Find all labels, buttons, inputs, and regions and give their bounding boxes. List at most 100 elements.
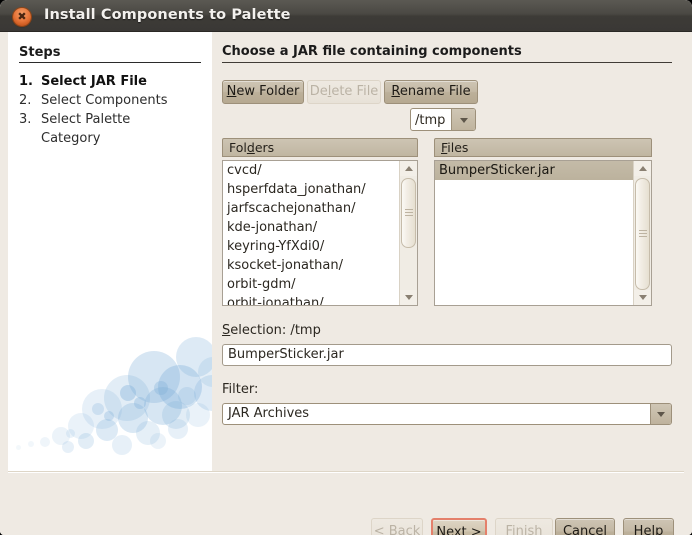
bubble-shape xyxy=(154,381,168,395)
folders-list-header: Folders xyxy=(222,138,418,157)
steps-panel: Steps 1. Select JAR File 2. Select Compone… xyxy=(8,32,212,471)
files-list-items[interactable]: BumperSticker.jar xyxy=(435,161,633,305)
folders-list-panel: Folders cvcd/hsperfdata_jonathan/jarfsca… xyxy=(222,138,418,306)
btn-post: inish xyxy=(512,524,543,535)
path-combobox-value: /tmp xyxy=(415,113,446,128)
step-number: 2. xyxy=(19,93,32,108)
folder-item[interactable]: kde-jonathan/ xyxy=(223,218,399,237)
folder-item[interactable]: jarfscachejonathan/ xyxy=(223,199,399,218)
btn-pre: De xyxy=(309,84,328,99)
btn-mnemonic: B xyxy=(388,524,398,535)
scrollbar-thumb[interactable] xyxy=(401,178,416,248)
close-icon[interactable]: ✖ xyxy=(13,8,31,26)
chevron-down-icon[interactable] xyxy=(451,109,475,130)
rename-file-button[interactable]: Rename File xyxy=(384,80,478,104)
btn-post: ack xyxy=(397,524,421,535)
scrollbar-thumb[interactable] xyxy=(635,178,650,290)
scroll-down-arrow-icon[interactable] xyxy=(400,290,417,305)
hdr-mnemonic: d xyxy=(246,140,255,155)
bubble-shape xyxy=(92,403,104,415)
btn-mnemonic: N xyxy=(226,84,237,99)
filter-combobox[interactable]: JAR Archives xyxy=(222,403,672,425)
folder-item[interactable]: orbit-jonathan/ xyxy=(223,294,399,305)
folders-list-body[interactable]: cvcd/hsperfdata_jonathan/jarfscachejonat… xyxy=(222,160,418,306)
help-button[interactable]: Help xyxy=(623,518,674,535)
delete-file-button: Delete File xyxy=(307,80,381,104)
title-bar: ✖ Install Components to Palette xyxy=(0,0,692,32)
bubble-shape xyxy=(16,445,21,450)
back-button: < Back xyxy=(371,518,423,535)
close-x-glyph: ✖ xyxy=(17,10,27,23)
bubble-shape xyxy=(150,433,166,449)
files-list-panel: Files BumperSticker.jar xyxy=(434,138,652,306)
folder-item[interactable]: keyring-YfXdi0/ xyxy=(223,237,399,256)
scroll-up-arrow-icon[interactable] xyxy=(400,161,417,176)
page-title: Choose a JAR file containing components xyxy=(222,44,672,63)
files-list-body[interactable]: BumperSticker.jar xyxy=(434,160,652,306)
dialog-content: Steps 1. Select JAR File 2. Select Compone… xyxy=(0,32,692,535)
bubble-shape xyxy=(40,437,50,447)
btn-pre: < xyxy=(373,524,389,535)
chevron-down-icon[interactable] xyxy=(650,404,671,424)
bubble-shape xyxy=(28,441,34,447)
main-pane: Choose a JAR file containing components … xyxy=(212,32,684,471)
files-scrollbar[interactable] xyxy=(633,161,651,305)
step-item-3: 3. Select Palette xyxy=(19,112,209,127)
btn-pre: Next > xyxy=(436,525,482,535)
filter-label: Filter: xyxy=(222,382,259,397)
next-button[interactable]: Next > xyxy=(431,518,487,535)
btn-post: ew Folder xyxy=(236,84,300,99)
new-folder-button[interactable]: New Folder xyxy=(222,80,304,104)
step-label: Select Components xyxy=(41,93,168,108)
step-item-3-wrap: Category xyxy=(41,131,212,146)
path-combobox[interactable]: /tmp xyxy=(410,108,476,131)
bubble-shape xyxy=(112,435,132,455)
step-number: 1. xyxy=(19,74,33,89)
dialog-window: ✖ Install Components to Palette Steps 1.… xyxy=(0,0,692,535)
decorative-bubbles xyxy=(8,337,212,471)
scroll-up-arrow-icon[interactable] xyxy=(634,161,651,176)
bubble-shape xyxy=(66,429,75,438)
step-item-2: 2. Select Components xyxy=(19,93,209,108)
bubble-shape xyxy=(178,387,196,405)
hdr-post: iles xyxy=(447,140,469,155)
selection-input[interactable]: BumperSticker.jar xyxy=(222,344,672,366)
steps-heading: Steps xyxy=(19,45,201,63)
bubble-shape xyxy=(104,411,114,421)
folders-scrollbar[interactable] xyxy=(399,161,417,305)
bubble-shape xyxy=(78,433,94,449)
folder-item[interactable]: cvcd/ xyxy=(223,161,399,180)
scrollbar-grip-icon xyxy=(405,209,413,217)
footer-button-bar: < Back Next > Finish Cancel Help xyxy=(0,473,692,535)
bubble-shape xyxy=(186,403,210,427)
step-label-cont: Category xyxy=(41,131,101,146)
btn-mnemonic: R xyxy=(391,84,400,99)
selection-label: Selection: /tmp xyxy=(222,323,321,338)
bubble-shape xyxy=(168,419,188,439)
file-item[interactable]: BumperSticker.jar xyxy=(435,161,633,180)
folder-item[interactable]: hsperfdata_jonathan/ xyxy=(223,180,399,199)
bubble-shape xyxy=(134,397,146,409)
scrollbar-grip-icon xyxy=(639,230,647,238)
folders-list-items[interactable]: cvcd/hsperfdata_jonathan/jarfscachejonat… xyxy=(223,161,399,305)
bubble-shape xyxy=(62,441,74,453)
step-label: Select Palette xyxy=(41,112,131,127)
filter-combobox-value: JAR Archives xyxy=(228,406,310,421)
btn-post: elp xyxy=(643,524,664,535)
step-number: 3. xyxy=(19,112,32,127)
hdr-pre: Fol xyxy=(229,140,247,155)
window-title: Install Components to Palette xyxy=(44,7,291,23)
folder-item[interactable]: orbit-gdm/ xyxy=(223,275,399,294)
files-list-header: Files xyxy=(434,138,652,157)
hdr-post: ers xyxy=(254,140,275,155)
btn-post: ename File xyxy=(399,84,471,99)
folder-item[interactable]: ksocket-jonathan/ xyxy=(223,256,399,275)
step-item-1: 1. Select JAR File xyxy=(19,74,209,89)
scroll-down-arrow-icon[interactable] xyxy=(634,290,651,305)
btn-post: ete File xyxy=(331,84,379,99)
bubble-shape xyxy=(120,385,136,401)
lbl-post: election: /tmp xyxy=(230,323,321,338)
finish-button: Finish xyxy=(495,518,553,535)
step-label: Select JAR File xyxy=(41,74,147,89)
cancel-button[interactable]: Cancel xyxy=(555,518,615,535)
